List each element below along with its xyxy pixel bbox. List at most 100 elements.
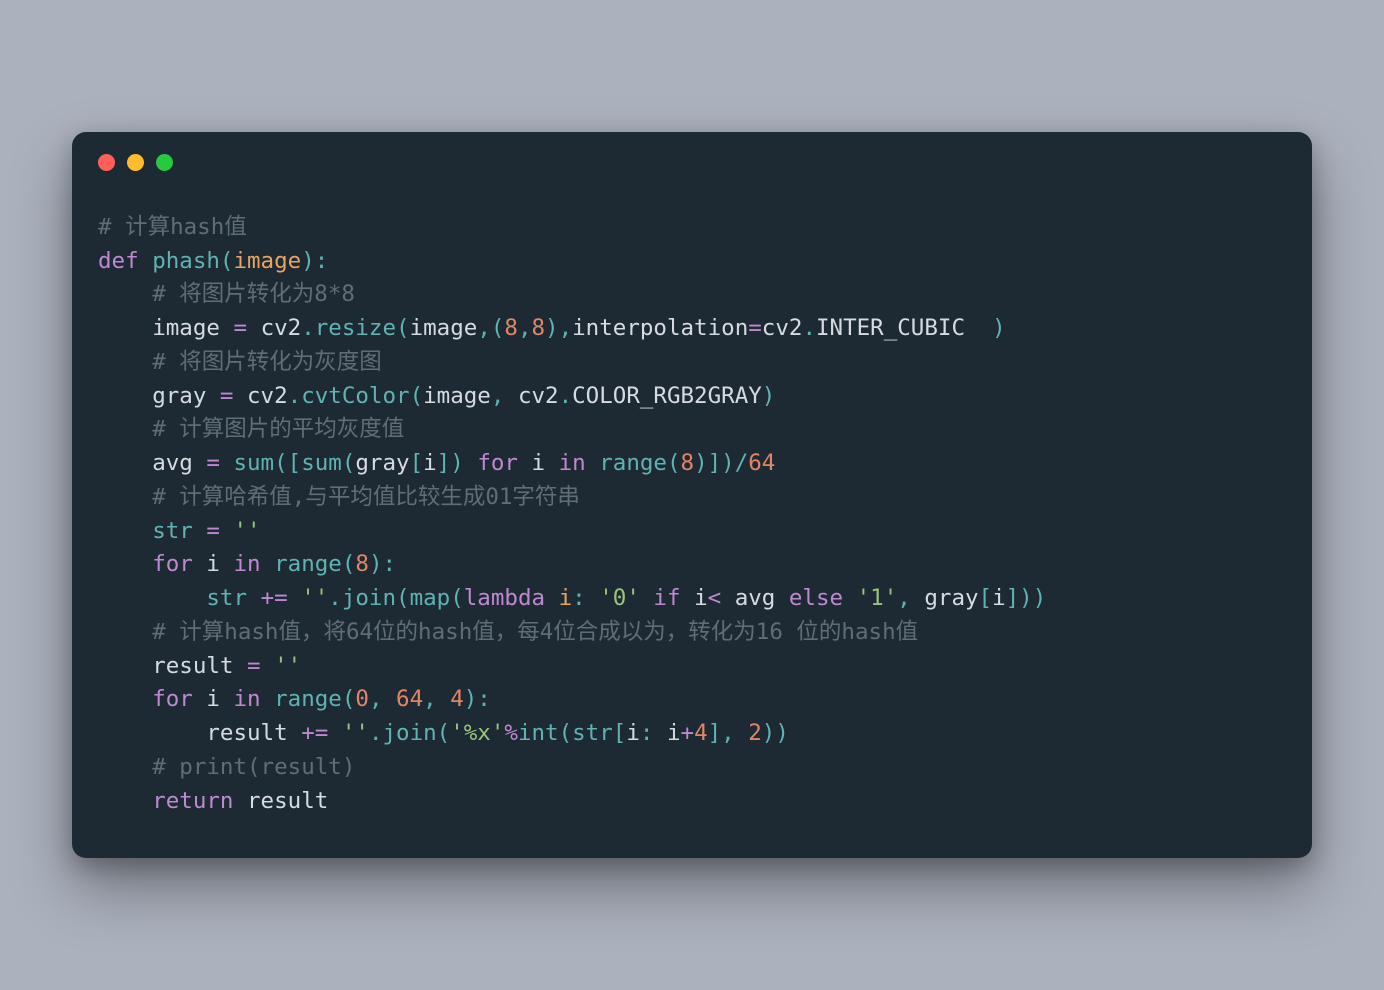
code-line: # 计算图片的平均灰度值 <box>98 413 1286 447</box>
code-token: )])/ <box>694 450 748 476</box>
code-token: ( <box>396 585 410 611</box>
code-token: ]) <box>437 450 478 476</box>
code-line: # 将图片转化为8*8 <box>98 278 1286 312</box>
code-token: result <box>206 720 287 746</box>
code-token: ): <box>464 686 491 712</box>
code-line: # 计算hash值 <box>98 211 1286 245</box>
code-token: , <box>491 383 518 409</box>
close-icon[interactable] <box>98 154 115 171</box>
code-block: # 计算hash值def phash(image): # 将图片转化为8*8 i… <box>72 181 1312 819</box>
code-line: for i in range(0, 64, 4): <box>98 683 1286 717</box>
code-token <box>98 281 152 307</box>
code-line: str = '' <box>98 515 1286 549</box>
code-token: cv2 <box>261 315 302 341</box>
code-token: result <box>152 653 233 679</box>
code-token: # 计算图片的平均灰度值 <box>152 416 404 442</box>
code-token <box>261 551 275 577</box>
code-token: sum <box>301 450 342 476</box>
code-token: join <box>342 585 396 611</box>
code-token: 8 <box>504 315 518 341</box>
code-token <box>775 585 789 611</box>
code-line: # print(result) <box>98 751 1286 785</box>
code-token: : <box>572 585 599 611</box>
code-token: gray <box>355 450 409 476</box>
code-token: gray <box>924 585 978 611</box>
code-token: cvtColor <box>301 383 409 409</box>
code-token: range <box>599 450 667 476</box>
code-token: : <box>640 720 667 746</box>
code-token: lambda <box>464 585 545 611</box>
code-token: if <box>653 585 680 611</box>
minimize-icon[interactable] <box>127 154 144 171</box>
code-token <box>193 686 207 712</box>
code-token <box>640 585 654 611</box>
code-token: ( <box>396 315 410 341</box>
code-token: ): <box>369 551 396 577</box>
code-token: [ <box>613 720 627 746</box>
code-token: '' <box>301 585 328 611</box>
code-token: '1' <box>857 585 898 611</box>
code-token: ,( <box>477 315 504 341</box>
code-token: map <box>410 585 451 611</box>
code-token: 64 <box>396 686 423 712</box>
code-token: range <box>274 686 342 712</box>
code-token: str <box>206 585 247 611</box>
code-token: , <box>518 315 532 341</box>
code-token: ( <box>342 551 356 577</box>
code-token: interpolation <box>572 315 748 341</box>
code-line: # 计算hash值，将64位的hash值，每4位合成以为，转化为16 位的has… <box>98 616 1286 650</box>
code-token <box>193 450 207 476</box>
code-token <box>328 720 342 746</box>
code-token <box>261 653 275 679</box>
code-token: return <box>152 788 233 814</box>
code-token <box>193 518 207 544</box>
code-token <box>843 585 857 611</box>
code-token: range <box>274 551 342 577</box>
code-token: . <box>559 383 573 409</box>
code-token <box>98 788 152 814</box>
code-token: 64 <box>748 450 775 476</box>
code-token: image <box>410 315 478 341</box>
code-token: str <box>152 518 193 544</box>
code-token <box>98 416 152 442</box>
code-token <box>98 315 152 341</box>
code-token: for <box>152 686 193 712</box>
code-token: 4 <box>694 720 708 746</box>
code-token <box>233 653 247 679</box>
code-token: ( <box>342 686 356 712</box>
code-token: ): <box>301 248 328 274</box>
code-token: '' <box>233 518 260 544</box>
code-token <box>288 720 302 746</box>
code-token: . <box>802 315 816 341</box>
code-token: 0 <box>355 686 369 712</box>
code-token: i <box>559 585 573 611</box>
code-token: COLOR_RGB2GRAY <box>572 383 762 409</box>
code-line: # 计算哈希值,与平均值比较生成01字符串 <box>98 481 1286 515</box>
zoom-icon[interactable] <box>156 154 173 171</box>
code-token: [ <box>979 585 993 611</box>
code-token: ], <box>708 720 749 746</box>
code-token <box>98 754 152 780</box>
code-token: ) <box>762 383 776 409</box>
code-token <box>288 585 302 611</box>
code-token: '' <box>274 653 301 679</box>
code-token: i <box>667 720 681 746</box>
code-token: '0' <box>599 585 640 611</box>
code-token: cv2 <box>762 315 803 341</box>
code-token: . <box>288 383 302 409</box>
code-token: ) <box>992 315 1006 341</box>
code-token <box>98 585 206 611</box>
code-token: phash <box>152 248 220 274</box>
code-token: ])) <box>1006 585 1047 611</box>
code-token: [ <box>410 450 424 476</box>
code-token <box>965 315 992 341</box>
code-token <box>233 383 247 409</box>
code-token: cv2 <box>247 383 288 409</box>
titlebar <box>72 132 1312 181</box>
code-token: = <box>220 383 234 409</box>
code-token <box>220 518 234 544</box>
code-token: join <box>382 720 436 746</box>
code-token: result <box>247 788 328 814</box>
code-token <box>98 450 152 476</box>
code-token: % <box>504 720 518 746</box>
